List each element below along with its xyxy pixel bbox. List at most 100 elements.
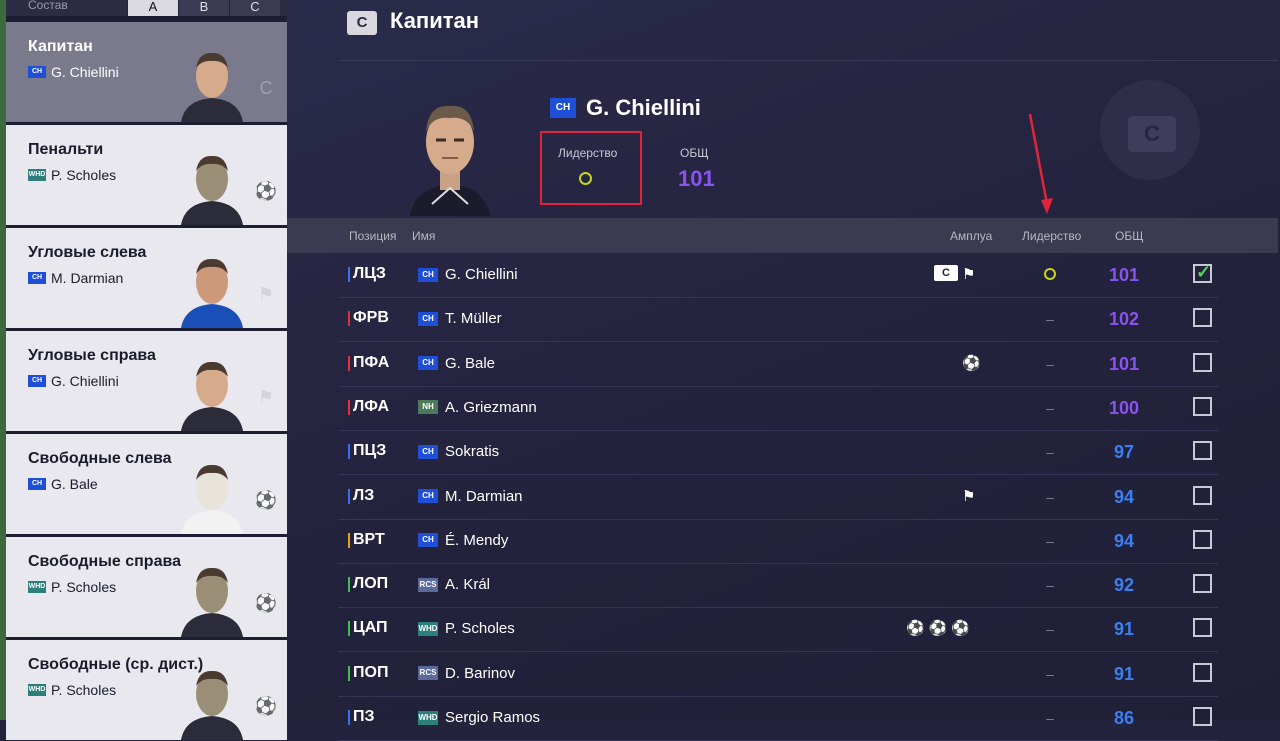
table-row[interactable]: ЛФА NH A. Griezmann – 100 bbox=[338, 386, 1218, 431]
table-row[interactable]: ПЦЗ CH Sokratis – 97 bbox=[338, 430, 1218, 476]
leadership-value: – bbox=[1046, 444, 1054, 461]
selected-player-name: CH G. Chiellini bbox=[550, 95, 701, 121]
table-row[interactable]: ПЗ WHD Sergio Ramos – 86 bbox=[338, 696, 1218, 741]
table-row[interactable]: ЦАП WHD P. Scholes ⚽ ⚽ ⚽ –91 bbox=[338, 607, 1218, 653]
card-player-badge: CH bbox=[28, 66, 46, 78]
row-select-checkbox[interactable] bbox=[1193, 707, 1212, 726]
card-player-name: P. Scholes bbox=[51, 682, 117, 698]
col-name: Имя bbox=[412, 229, 436, 243]
row-player-badge: CH bbox=[418, 489, 438, 503]
card-role-icon: ⚽ bbox=[254, 593, 278, 613]
set-piece-card[interactable]: Свободные слева CH G. Bale ⚽ bbox=[6, 434, 287, 534]
row-select-checkbox[interactable] bbox=[1193, 441, 1212, 461]
row-select-checkbox[interactable] bbox=[1193, 308, 1212, 328]
card-player: CH G. Chiellini bbox=[28, 64, 119, 80]
row-ovr: 94 bbox=[1113, 530, 1135, 551]
card-role-icon: ⚑ bbox=[257, 284, 275, 304]
leadership-value: – bbox=[1046, 311, 1054, 328]
row-player-badge: NH bbox=[418, 400, 438, 415]
set-piece-card[interactable]: Свободные справа WHD P. Scholes ⚽ bbox=[6, 537, 287, 637]
card-player: WHD P. Scholes bbox=[28, 167, 116, 183]
card-portrait bbox=[181, 155, 243, 225]
set-piece-card[interactable]: Угловые слева CH M. Darmian ⚑ bbox=[6, 228, 287, 328]
ovr-value: 101 bbox=[678, 166, 715, 191]
card-player-badge: CH bbox=[28, 272, 46, 284]
table-row[interactable]: ЛЗ CH M. Darmian ⚑ – 94 bbox=[338, 475, 1218, 520]
card-portrait bbox=[181, 464, 243, 534]
row-ovr: 100 bbox=[1108, 397, 1140, 418]
leadership-label: Лидерство bbox=[558, 146, 618, 160]
card-role-icon: C bbox=[259, 78, 273, 98]
row-player-badge: CH bbox=[418, 444, 438, 459]
set-piece-card[interactable]: Пенальти WHD P. Scholes ⚽ bbox=[6, 125, 287, 225]
col-role: Амплуа bbox=[950, 229, 993, 243]
role-icon: ⚑ bbox=[962, 487, 976, 505]
selected-player-badge: CH bbox=[550, 98, 576, 118]
row-player-badge: RCS bbox=[418, 577, 438, 592]
row-player-name: A. Král bbox=[445, 576, 491, 594]
row-player: WHD Sergio Ramos bbox=[418, 709, 540, 726]
row-roles: ⚽ bbox=[962, 354, 981, 372]
card-role-icon: ⚑ bbox=[257, 387, 275, 407]
table-row[interactable]: ПФА CH G. Bale ⚽ – 101 bbox=[338, 342, 1218, 387]
row-select-checkbox[interactable] bbox=[1193, 352, 1212, 372]
role-icon: C bbox=[934, 265, 958, 281]
row-player: CH T. Müller bbox=[418, 310, 502, 327]
leadership-value: – bbox=[1046, 621, 1054, 638]
table-row[interactable]: ВРТ CH É. Mendy – 94 bbox=[338, 519, 1218, 564]
card-player: CH G. Chiellini bbox=[28, 373, 119, 389]
row-position: ЛЗ bbox=[348, 487, 374, 505]
card-role-icon: ⚽ bbox=[254, 181, 278, 201]
leadership-value: – bbox=[1046, 577, 1054, 594]
row-player-badge: CH bbox=[418, 533, 438, 548]
row-player-name: Sergio Ramos bbox=[445, 709, 541, 726]
header-divider bbox=[338, 60, 1278, 61]
row-player: CH M. Darmian bbox=[418, 488, 523, 505]
card-title: Пенальти bbox=[28, 141, 104, 158]
card-player-name: P. Scholes bbox=[51, 579, 117, 595]
row-position: ПОП bbox=[348, 664, 388, 682]
row-player: RCS A. Král bbox=[418, 576, 490, 593]
role-icon: ⚽ bbox=[928, 620, 948, 638]
row-select-checkbox[interactable] bbox=[1193, 396, 1212, 416]
row-player: RCS D. Barinov bbox=[418, 665, 515, 682]
tab-a[interactable]: A bbox=[127, 0, 178, 16]
table-row[interactable]: ЛЦЗ CH G. Chiellini C ⚑ 101 bbox=[338, 253, 1218, 298]
set-piece-sidebar: Состав A B C Капитан CH G. Chiellini C Пенал… bbox=[6, 0, 287, 740]
leadership-value: – bbox=[1046, 488, 1054, 505]
row-select-checkbox[interactable] bbox=[1193, 662, 1212, 682]
row-ovr: 101 bbox=[1108, 353, 1140, 374]
row-select-checkbox[interactable] bbox=[1193, 485, 1212, 505]
row-select-checkbox[interactable] bbox=[1193, 574, 1212, 594]
row-player-badge: WHD bbox=[418, 710, 438, 725]
card-player-name: G. Chiellini bbox=[51, 373, 119, 389]
row-select-checkbox[interactable] bbox=[1193, 618, 1212, 638]
card-player-badge: WHD bbox=[28, 169, 46, 181]
leadership-value: – bbox=[1046, 399, 1054, 416]
set-piece-card[interactable]: Капитан CH G. Chiellini C bbox=[6, 22, 287, 122]
tab-b[interactable]: B bbox=[178, 0, 229, 16]
row-ovr: 101 bbox=[1108, 265, 1140, 285]
row-player: WHD P. Scholes bbox=[418, 620, 515, 637]
squad-label: Состав bbox=[28, 0, 68, 12]
set-piece-card[interactable]: Свободные (ср. дист.) WHD P. Scholes ⚽ bbox=[6, 640, 287, 740]
leadership-value: – bbox=[1046, 665, 1054, 682]
table-row[interactable]: ПОП RCS D. Barinov – 91 bbox=[338, 652, 1218, 697]
row-select-checkbox[interactable] bbox=[1193, 262, 1212, 283]
captain-emblem-icon: C bbox=[1128, 116, 1176, 152]
row-player-name: G. Chiellini bbox=[445, 266, 518, 283]
table-row[interactable]: ЛОП RCS A. Král – 92 bbox=[338, 563, 1218, 609]
ovr-label: ОБЩ bbox=[680, 146, 709, 160]
card-player: WHD P. Scholes bbox=[28, 682, 116, 698]
row-roles: C ⚑ bbox=[934, 265, 975, 283]
table-row[interactable]: ФРВ CH T. Müller – 102 bbox=[338, 297, 1218, 343]
leadership-circle-icon bbox=[579, 172, 592, 185]
leadership-value: – bbox=[1046, 710, 1054, 726]
row-ovr: 91 bbox=[1113, 619, 1135, 640]
row-position: ФРВ bbox=[348, 309, 389, 327]
row-position: ЛФА bbox=[348, 398, 389, 416]
set-piece-card[interactable]: Угловые справа CH G. Chiellini ⚑ bbox=[6, 331, 287, 431]
card-player-badge: CH bbox=[28, 478, 46, 490]
tab-c[interactable]: C bbox=[229, 0, 280, 16]
row-select-checkbox[interactable] bbox=[1193, 529, 1212, 549]
